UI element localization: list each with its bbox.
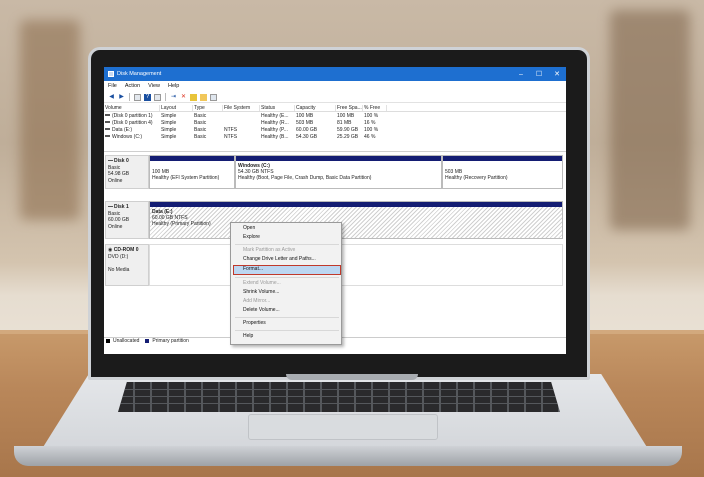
table-row[interactable]: (Disk 0 partition 4) Simple Basic Healthy…	[104, 119, 566, 126]
menu-help[interactable]: Help	[168, 83, 179, 89]
toolbar-separator	[129, 93, 130, 101]
laptop-keyboard	[118, 382, 560, 412]
menu-separator	[235, 244, 339, 245]
volume-icon	[105, 135, 110, 137]
cdrom-label[interactable]: ◉ CD-ROM 0 DVD (D:) No Media	[105, 244, 149, 286]
table-row[interactable]: Data (E:) Simple Basic NTFS Healthy (P... …	[104, 126, 566, 133]
menu-item-open[interactable]: Open	[243, 225, 255, 232]
col-file-system[interactable]: File System	[223, 105, 260, 111]
menu-separator	[235, 317, 339, 318]
forward-icon[interactable]: ▶	[118, 94, 125, 101]
legend-primary: Primary partition	[152, 338, 189, 344]
menu-item-shrink-volume[interactable]: Shrink Volume...	[243, 289, 279, 296]
partition-efi[interactable]: 100 MB Healthy (EFI System Partition)	[149, 155, 235, 189]
partition-recovery[interactable]: 503 MB Healthy (Recovery Partition)	[442, 155, 563, 189]
legend-unallocated: Unallocated	[113, 338, 140, 344]
connect-icon[interactable]: ⇥	[170, 94, 177, 101]
laptop-hinge	[286, 374, 418, 380]
col-layout[interactable]: Layout	[160, 105, 193, 111]
help-icon[interactable]: ?	[144, 93, 151, 101]
menu-item-delete-volume[interactable]: Delete Volume...	[243, 307, 280, 314]
toolbar-separator	[165, 93, 166, 101]
menu-view[interactable]: View	[148, 83, 160, 89]
window-title: Disk Management	[117, 71, 162, 77]
menu-item-extend-volume: Extend Volume...	[243, 280, 281, 286]
disk-icon	[108, 159, 113, 162]
toolbar: ◀ ▶ ? ⇥ ✕	[104, 92, 566, 103]
back-icon[interactable]: ◀	[108, 94, 115, 101]
laptop-trackpad	[248, 414, 438, 440]
volume-list-header: Volume Layout Type File System Status Ca…	[104, 105, 566, 112]
menu-item-help[interactable]: Help	[243, 333, 253, 340]
context-menu: Open Explore Mark Partition as Active Ch…	[230, 222, 342, 345]
volume-list: Volume Layout Type File System Status Ca…	[104, 105, 566, 147]
menu-item-format[interactable]: Format...	[243, 266, 263, 273]
laptop-base-front	[14, 446, 682, 466]
partition-windows[interactable]: Windows (C:) 54.30 GB NTFS Healthy (Boot, …	[235, 155, 442, 189]
table-row[interactable]: Windows (C:) Simple Basic NTFS Healthy (B.…	[104, 133, 566, 140]
menu-item-add-mirror: Add Mirror...	[243, 298, 271, 304]
minimize-button[interactable]: –	[512, 67, 530, 81]
volume-icon	[105, 121, 110, 123]
menu-file[interactable]: File	[108, 83, 117, 89]
background-shelf	[20, 20, 80, 220]
legend-unallocated-swatch	[106, 339, 110, 343]
partition-data[interactable]: Data (E:) 60.00 GB NTFS Healthy (Primary P…	[149, 201, 563, 239]
menu-separator	[235, 277, 339, 278]
menu-item-change-drive-letter[interactable]: Change Drive Letter and Paths...	[243, 256, 316, 263]
menu-separator	[235, 330, 339, 331]
col-capacity[interactable]: Capacity	[295, 105, 336, 111]
menu-action[interactable]: Action	[125, 83, 140, 89]
delete-icon[interactable]: ✕	[180, 94, 187, 101]
cdrom-area	[149, 244, 563, 286]
col-volume[interactable]: Volume	[104, 105, 160, 111]
disk-management-window: Disk Management – ☐ ✕ File Action View H…	[104, 67, 566, 354]
menu-item-mark-active: Mark Partition as Active	[243, 247, 296, 253]
volume-icon	[105, 128, 110, 130]
view-icon[interactable]	[210, 93, 217, 101]
folder-icon[interactable]	[200, 93, 207, 101]
disk-icon	[108, 205, 113, 208]
check-icon[interactable]	[190, 93, 197, 101]
col-free-space[interactable]: Free Spa...	[336, 105, 363, 111]
title-bar[interactable]: Disk Management – ☐ ✕	[104, 67, 566, 81]
list-icon[interactable]	[134, 93, 141, 101]
col-percent-free[interactable]: % Free	[363, 105, 387, 111]
menu-bar: File Action View Help	[104, 81, 566, 91]
maximize-button[interactable]: ☐	[530, 67, 548, 81]
menu-item-properties[interactable]: Properties	[243, 320, 266, 327]
table-row[interactable]: (Disk 0 partition 1) Simple Basic Healthy…	[104, 112, 566, 119]
legend-primary-swatch	[145, 339, 150, 343]
col-status[interactable]: Status	[260, 105, 295, 111]
col-type[interactable]: Type	[193, 105, 223, 111]
background-shelf	[610, 10, 690, 230]
properties-icon[interactable]	[154, 93, 161, 101]
app-icon	[108, 71, 114, 77]
disk-0-label[interactable]: Disk 0 Basic 54.98 GB Online	[105, 155, 149, 189]
cdrom-icon: ◉	[108, 247, 113, 253]
window-controls: – ☐ ✕	[512, 67, 566, 81]
close-button[interactable]: ✕	[548, 67, 566, 81]
menu-item-explore[interactable]: Explore	[243, 234, 260, 241]
disk-1-label[interactable]: Disk 1 Basic 60.00 GB Online	[105, 201, 149, 239]
volume-icon	[105, 114, 110, 116]
